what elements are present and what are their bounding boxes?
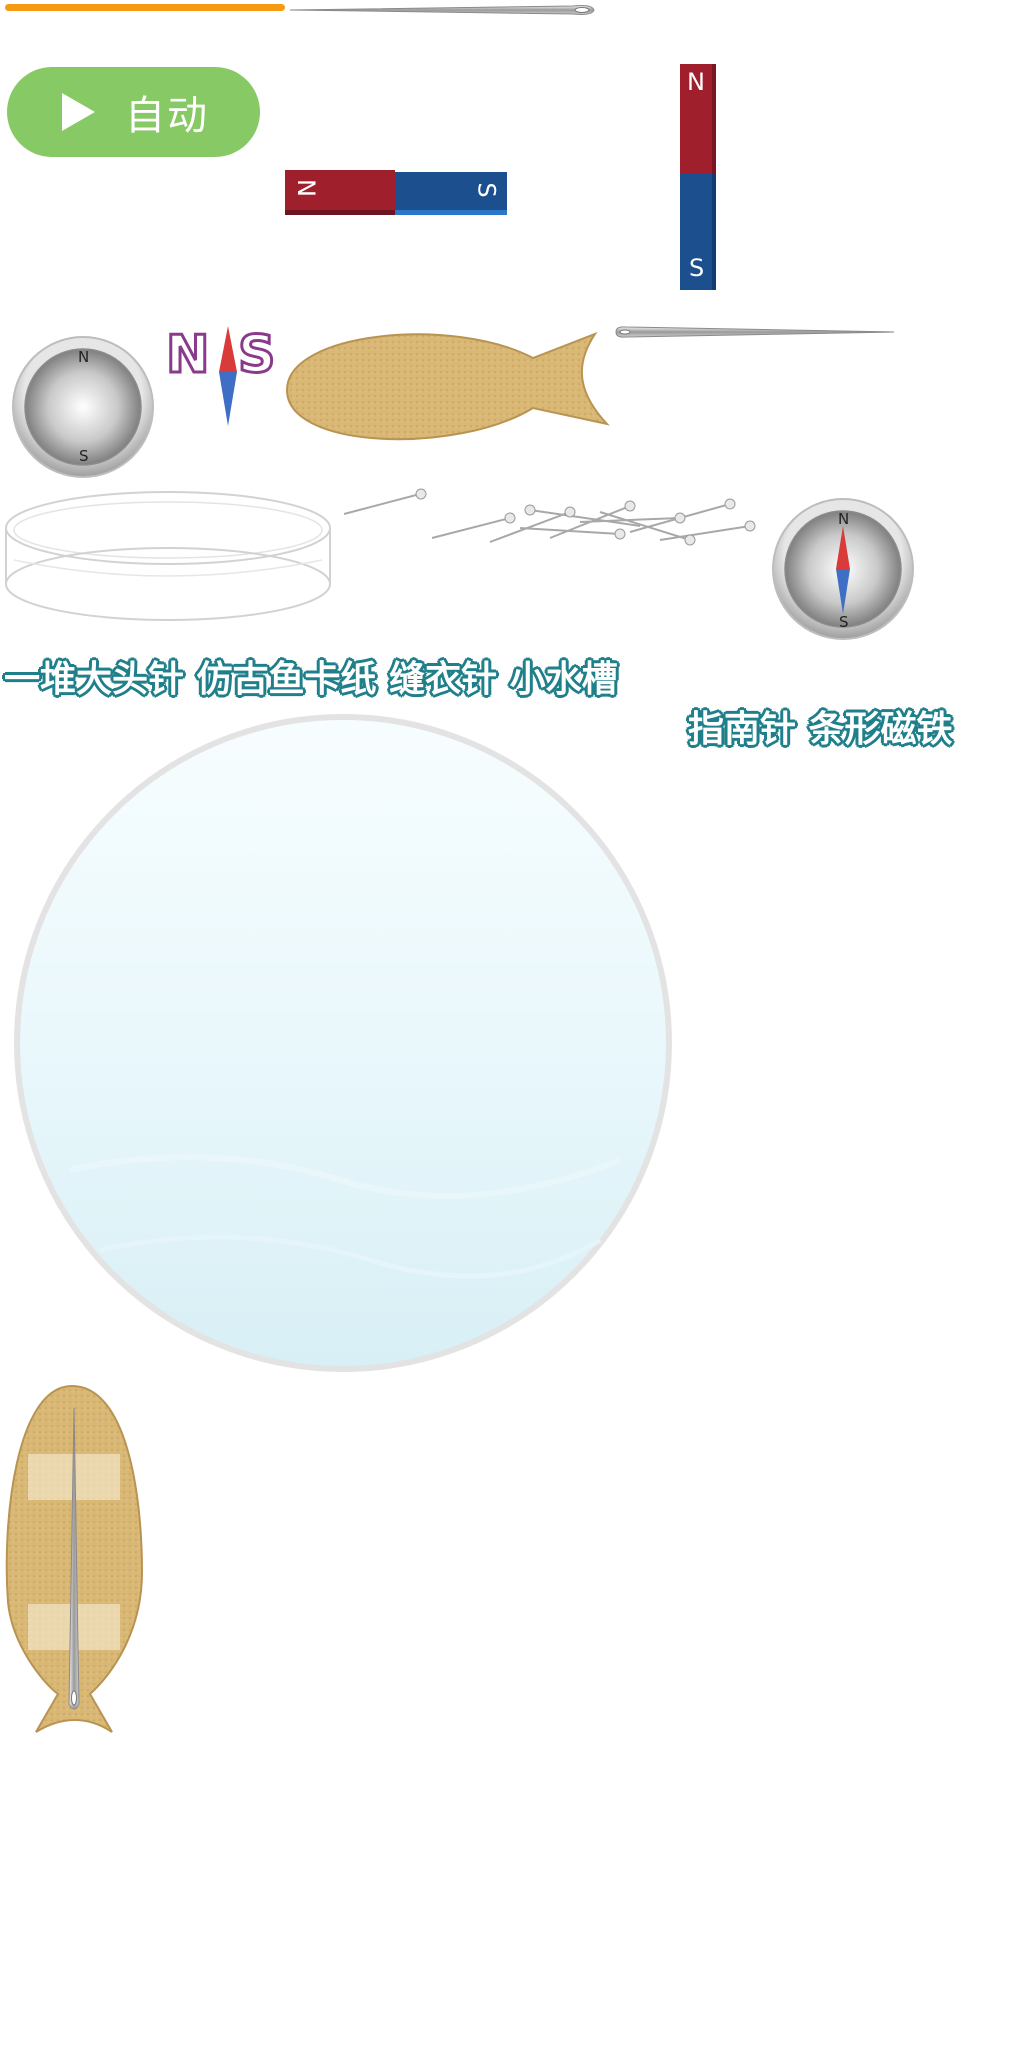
magnet-north-label: N bbox=[291, 179, 320, 197]
n-letter: N bbox=[166, 325, 210, 385]
s-letter: S bbox=[238, 325, 275, 385]
compass-north-label: N bbox=[78, 348, 89, 366]
bar-magnet-vertical[interactable]: N S bbox=[680, 64, 716, 290]
fish-cardboard[interactable] bbox=[283, 322, 613, 456]
compass-south-label: S bbox=[79, 447, 89, 465]
water-view-circle bbox=[14, 714, 672, 1372]
pin-pile[interactable] bbox=[430, 488, 760, 548]
compass[interactable]: N S bbox=[770, 496, 916, 642]
magnet-south-label: S bbox=[689, 254, 705, 282]
water-trough[interactable] bbox=[2, 488, 336, 628]
magnet-south-label: S bbox=[472, 182, 501, 198]
progress-bar bbox=[5, 4, 285, 11]
compass-dial-empty[interactable]: N S bbox=[10, 334, 156, 480]
bar-magnet-horizontal[interactable]: N S bbox=[285, 170, 513, 216]
caption-line-2: 指南针 条形磁铁 bbox=[688, 709, 953, 750]
sewing-needle[interactable] bbox=[612, 323, 898, 341]
caption-line-1: 一堆大头针 仿古鱼卡纸 缝衣针 小水槽 bbox=[4, 659, 618, 700]
auto-button-label: 自动 bbox=[125, 93, 209, 139]
pin-single[interactable] bbox=[340, 486, 430, 518]
compass-south-label: S bbox=[839, 613, 849, 631]
sewing-needle-top[interactable] bbox=[288, 0, 600, 20]
auto-button[interactable]: 自动 bbox=[7, 67, 260, 157]
magnet-north-label: N bbox=[687, 68, 705, 96]
fish-with-needle[interactable] bbox=[2, 1382, 146, 1738]
play-icon bbox=[62, 93, 95, 131]
ns-needle-icon: N S bbox=[165, 324, 277, 426]
compass-north-label: N bbox=[838, 510, 849, 528]
